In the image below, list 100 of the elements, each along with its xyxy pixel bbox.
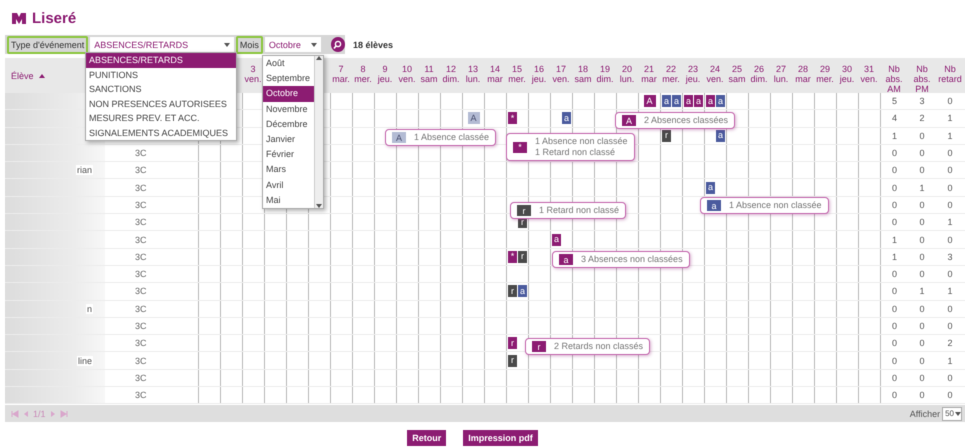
action-button[interactable]: Retour	[407, 430, 446, 446]
day-header: 15 mer.	[507, 63, 527, 86]
class-cell-text: 3C	[134, 354, 148, 368]
next-page-button[interactable]	[48, 410, 57, 418]
total-cell-text: 1	[946, 354, 954, 368]
page-size-label: Afficher	[910, 408, 940, 419]
total-cell-text: 0	[946, 320, 954, 333]
day-header: 3 ven.	[243, 63, 262, 86]
total-cell-text: 1	[946, 285, 954, 298]
dropdown-option[interactable]: PUNITIONS	[86, 68, 236, 82]
total-cell-text: 1	[918, 285, 926, 298]
event-mark[interactable]: a	[672, 95, 681, 108]
class-cell-text: 3C	[134, 216, 148, 230]
last-page-button[interactable]	[60, 410, 68, 418]
class-cell-text: 3C	[134, 337, 148, 350]
class-cell-text: 3C	[134, 234, 148, 247]
total-cell-text: 0	[918, 302, 926, 316]
student-name: line	[76, 356, 93, 366]
total-cell-text: 1	[946, 112, 954, 126]
day-header: 14 mar	[486, 63, 504, 86]
total-cell: 5	[880, 93, 908, 110]
day-header: 21 mar	[640, 63, 658, 86]
day-header: 28 mar	[794, 63, 812, 86]
student-count: 18 élèves	[353, 40, 394, 50]
tooltip-text: 2 Absences classées	[644, 115, 728, 126]
tooltip-text: 2 Retards non classés	[554, 341, 644, 352]
class-cell-text: 3C	[134, 389, 148, 402]
dropdown-option[interactable]: MESURES PREV. ET ACC.	[86, 111, 236, 126]
month-select[interactable]: Octobre	[264, 37, 321, 52]
dropdown-option[interactable]: NON PRESENCES AUTORISEES	[86, 96, 236, 111]
event-mark[interactable]: a	[518, 285, 527, 298]
total-cell-text: 0	[946, 198, 954, 212]
total-cell-text: 0	[918, 164, 926, 178]
total-header: Nb abs. PM	[912, 63, 932, 94]
event-mark[interactable]: A	[468, 112, 480, 124]
total-cell-text: 1	[918, 182, 926, 195]
day-header: 30 jeu.	[838, 63, 856, 86]
tooltip-text: 1 Absence non classée 1 Retard non classé	[535, 136, 628, 158]
total-cell-text: 0	[918, 234, 926, 247]
total-cell: 0	[880, 352, 908, 369]
event-mark[interactable]: a	[684, 95, 693, 108]
total-cell-text: 0	[918, 320, 926, 333]
dropdown-option[interactable]: SIGNALEMENTS ACADEMIQUES	[86, 126, 236, 140]
scrollbar[interactable]	[314, 56, 323, 208]
dropdown-option[interactable]: Août	[263, 56, 314, 72]
event-mark[interactable]: a	[706, 182, 715, 194]
total-cell-text: 2	[946, 337, 954, 350]
event-mark[interactable]: *	[508, 250, 517, 263]
class-cell-text: 3C	[134, 320, 148, 333]
total-cell-text: 0	[946, 372, 954, 385]
event-mark[interactable]: r	[508, 337, 517, 350]
event-mark: A	[622, 115, 636, 126]
dropdown-option[interactable]: SANCTIONS	[86, 82, 236, 96]
event-mark[interactable]: a	[552, 234, 561, 246]
previous-page-button[interactable]	[22, 410, 30, 418]
dropdown-option[interactable]: Mai	[263, 192, 314, 208]
event-mark[interactable]: r	[662, 130, 671, 142]
month-label: Mois	[236, 36, 263, 54]
event-mark[interactable]: a	[694, 95, 703, 108]
total-cell-text: 0	[946, 389, 954, 402]
dropdown-option[interactable]: ABSENCES/RETARDS	[86, 53, 236, 68]
action-button[interactable]: Impression pdf	[463, 430, 538, 446]
total-cell-text: 0	[946, 182, 954, 195]
total-cell: 0	[880, 179, 908, 196]
page-size-select[interactable]: 50	[942, 406, 962, 421]
event-mark[interactable]: a	[706, 95, 715, 108]
total-cell: 1	[880, 231, 908, 248]
total-cell-text: 0	[946, 302, 954, 316]
total-cell-text: 0	[918, 337, 926, 350]
search-button[interactable]	[330, 37, 346, 52]
event-mark[interactable]: a	[562, 112, 571, 124]
total-cell: 0	[880, 162, 908, 178]
total-cell-text: 0	[918, 268, 926, 282]
day-header: 18 sam	[573, 63, 592, 86]
total-cell: 0	[880, 214, 908, 230]
total-header: Nb abs. AM	[884, 63, 904, 94]
event-mark[interactable]: a	[716, 130, 725, 142]
class-cell-text: 3C	[134, 302, 148, 316]
dropdown-option[interactable]: Octobre	[263, 86, 314, 102]
event-mark: *	[513, 142, 527, 152]
dropdown-caret-icon	[955, 412, 961, 416]
total-cell-text: 0	[918, 216, 926, 230]
first-page-button[interactable]	[11, 410, 19, 418]
total-cell: 0	[880, 300, 908, 317]
event-type-label: Type d'événement	[7, 36, 88, 54]
dropdown-option[interactable]: Novembre	[263, 102, 314, 117]
event-mark[interactable]: a	[716, 95, 725, 108]
event-mark[interactable]: a	[662, 95, 671, 108]
event-mark[interactable]: r	[518, 250, 527, 263]
event-mark[interactable]: A	[644, 95, 656, 108]
event-mark[interactable]: r	[508, 354, 517, 367]
total-cell-text: 0	[918, 147, 926, 160]
event-mark[interactable]: r	[508, 285, 517, 298]
total-cell-text: 1	[946, 216, 954, 230]
event-mark[interactable]: *	[508, 112, 517, 124]
class-cell-text: 3C	[134, 285, 148, 298]
student-column-header[interactable]: Élève	[5, 69, 51, 83]
day-header: 26 dim.	[749, 63, 768, 86]
event-mark: r	[517, 205, 531, 216]
event-type-select[interactable]: ABSENCES/RETARDS	[90, 37, 234, 52]
